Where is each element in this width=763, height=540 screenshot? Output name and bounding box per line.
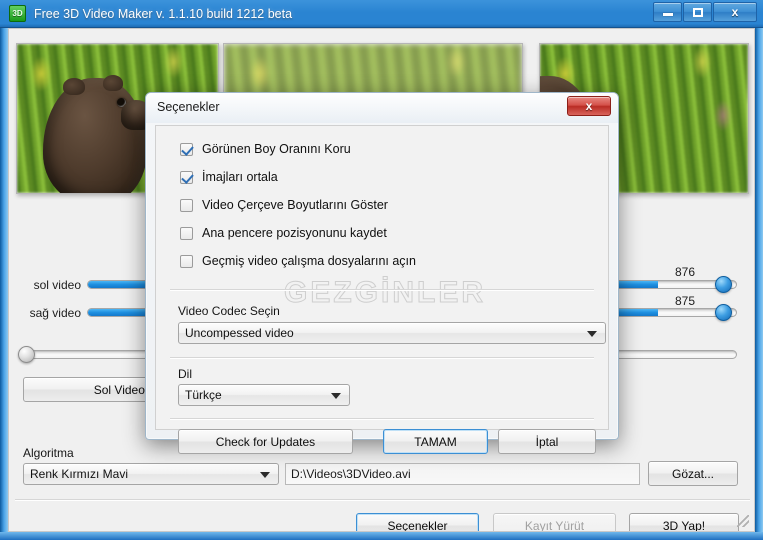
- codec-combo[interactable]: Uncompessed video: [178, 322, 606, 344]
- marmot-ear: [63, 78, 85, 95]
- language-combo[interactable]: Türkçe: [178, 384, 350, 406]
- dialog-divider-3: [170, 418, 594, 419]
- checkbox-save-window-position[interactable]: Ana pencere pozisyonunu kaydet: [180, 226, 387, 240]
- maximize-icon: [692, 7, 703, 17]
- algorithm-label: Algoritma: [23, 446, 74, 460]
- record-button: Kayıt Yürüt: [493, 513, 616, 531]
- left-video-slider-value: 876: [675, 265, 696, 279]
- dialog-title-bar: Seçenekler x: [146, 93, 618, 123]
- app-3d-icon: 3D: [9, 5, 26, 22]
- checkbox-label: Görünen Boy Oranını Koru: [202, 142, 351, 156]
- window-frame-left: [0, 28, 8, 540]
- checkbox-show-frame-sizes[interactable]: Video Çerçeve Boyutlarını Göster: [180, 198, 388, 212]
- left-video-slider-label: sol video: [33, 278, 81, 292]
- resize-grip[interactable]: [737, 515, 749, 527]
- checkbox-icon[interactable]: [180, 170, 193, 184]
- title-bar: 3D Free 3D Video Maker v. 1.1.10 build 1…: [0, 0, 763, 28]
- minimize-button[interactable]: [653, 2, 682, 22]
- close-icon: x: [731, 5, 739, 19]
- algorithm-combo-value: Renk Kırmızı Mavi: [30, 467, 129, 481]
- chevron-down-icon: [587, 331, 597, 337]
- language-combo-value: Türkçe: [185, 388, 222, 402]
- check-for-updates-button[interactable]: Check for Updates: [178, 429, 353, 454]
- codec-combo-value: Uncompessed video: [185, 326, 294, 340]
- right-video-slider-label: sağ video: [29, 306, 81, 320]
- maximize-button[interactable]: [683, 2, 712, 22]
- chevron-down-icon: [331, 393, 341, 399]
- dialog-close-button[interactable]: x: [567, 96, 611, 116]
- checkbox-icon[interactable]: [180, 254, 193, 268]
- options-button[interactable]: Seçenekler: [356, 513, 479, 531]
- checkbox-label: İmajları ortala: [202, 170, 278, 184]
- dialog-divider-1: [170, 289, 594, 290]
- checkbox-open-recent-projects[interactable]: Geçmiş video çalışma dosyalarını açın: [180, 254, 416, 268]
- window-controls: x: [653, 2, 757, 22]
- dialog-title: Seçenekler: [157, 100, 220, 114]
- make-3d-button[interactable]: 3D Yap!: [629, 513, 739, 531]
- close-icon: x: [585, 99, 593, 113]
- checkbox-label: Geçmiş video çalışma dosyalarını açın: [202, 254, 416, 268]
- checkbox-label: Video Çerçeve Boyutlarını Göster: [202, 198, 388, 212]
- left-video-slider-thumb[interactable]: [715, 276, 732, 293]
- minimize-icon: [662, 13, 673, 16]
- language-label: Dil: [178, 367, 192, 381]
- output-path-field[interactable]: D:\Videos\3DVideo.avi: [285, 463, 640, 485]
- ok-button[interactable]: TAMAM: [383, 429, 488, 454]
- algorithm-combo[interactable]: Renk Kırmızı Mavi: [23, 463, 279, 485]
- close-button[interactable]: x: [713, 2, 757, 22]
- window-title: Free 3D Video Maker v. 1.1.10 build 1212…: [34, 6, 293, 21]
- checkbox-center-images[interactable]: İmajları ortala: [180, 170, 278, 184]
- checkbox-icon[interactable]: [180, 198, 193, 212]
- footer-divider: [15, 499, 750, 500]
- window-frame-right: [755, 28, 763, 540]
- dialog-divider-2: [170, 357, 594, 358]
- browse-button[interactable]: Gözat...: [648, 461, 738, 486]
- checkbox-label: Ana pencere pozisyonunu kaydet: [202, 226, 387, 240]
- right-video-slider-thumb[interactable]: [715, 304, 732, 321]
- checkbox-icon[interactable]: [180, 226, 193, 240]
- right-video-slider-value: 875: [675, 294, 696, 308]
- application-window: 3D Free 3D Video Maker v. 1.1.10 build 1…: [0, 0, 763, 540]
- options-dialog: Seçenekler x GEZGİNLER Görünen Boy Oranı…: [145, 92, 619, 454]
- marmot-ear: [103, 75, 123, 91]
- dialog-body: GEZGİNLER Görünen Boy Oranını Koru İmajl…: [155, 125, 609, 454]
- window-frame-bottom: [0, 532, 763, 540]
- checkbox-keep-aspect-ratio[interactable]: Görünen Boy Oranını Koru: [180, 142, 351, 156]
- depth-slider-thumb[interactable]: [18, 346, 35, 363]
- chevron-down-icon: [260, 472, 270, 478]
- codec-label: Video Codec Seçin: [178, 304, 280, 318]
- checkbox-icon[interactable]: [180, 142, 193, 156]
- watermark: GEZGİNLER: [283, 276, 487, 310]
- cancel-button[interactable]: İptal: [498, 429, 596, 454]
